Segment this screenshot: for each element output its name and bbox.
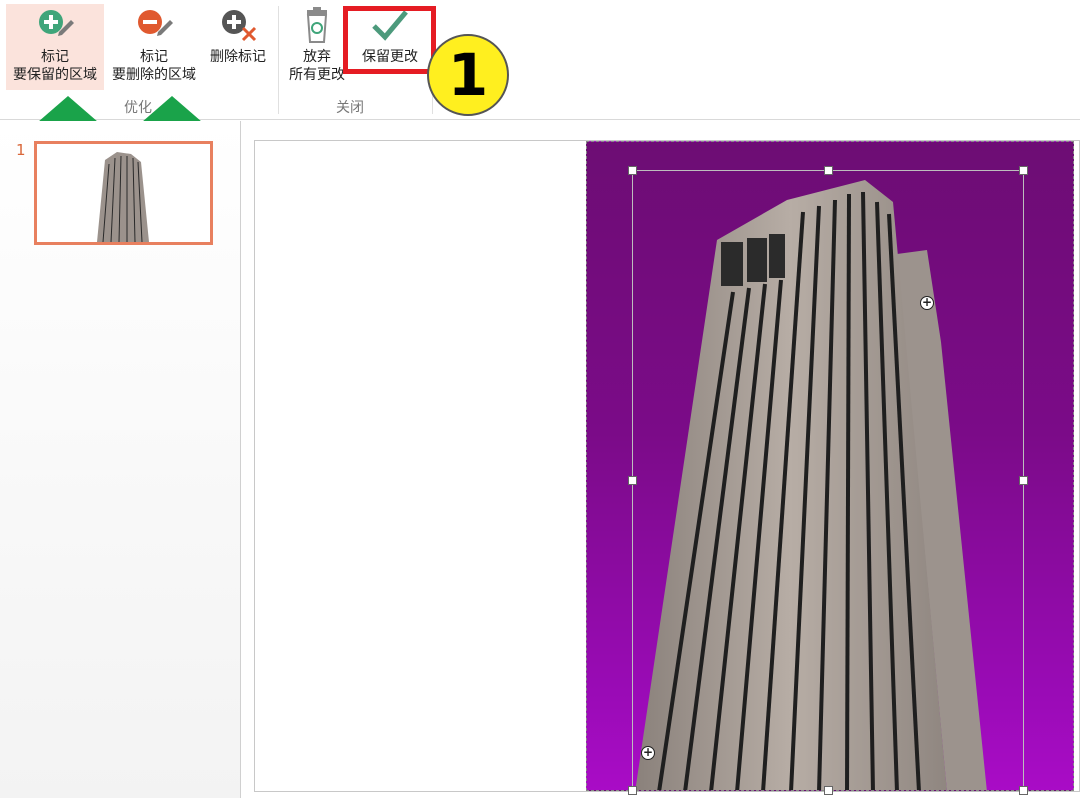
resize-handle[interactable] — [1019, 476, 1028, 485]
plus-pencil-icon — [33, 4, 77, 48]
group-label-close: 关闭 — [336, 100, 364, 116]
highlight-box — [343, 6, 436, 74]
slide-thumbnail[interactable] — [34, 141, 213, 245]
keep-marker-icon[interactable]: + — [641, 746, 655, 760]
mark-remove-button[interactable]: 标记 要删除的区域 — [106, 4, 202, 90]
keep-marker-icon[interactable]: + — [920, 296, 934, 310]
resize-handle[interactable] — [628, 786, 637, 795]
mark-keep-button[interactable]: 标记 要保留的区域 — [6, 4, 104, 90]
mark-keep-line1: 标记 — [41, 49, 69, 65]
mark-remove-line1: 标记 — [140, 49, 168, 65]
minus-pencil-icon — [132, 4, 176, 48]
discard-line1: 放弃 — [303, 49, 331, 65]
mark-remove-line2: 要删除的区域 — [112, 67, 196, 83]
selection-box[interactable] — [632, 170, 1024, 792]
resize-handle[interactable] — [628, 476, 637, 485]
mark-keep-line2: 要保留的区域 — [13, 67, 97, 83]
resize-handle[interactable] — [628, 166, 637, 175]
resize-handle[interactable] — [1019, 166, 1028, 175]
resize-handle[interactable] — [824, 166, 833, 175]
resize-handle[interactable] — [1019, 786, 1028, 795]
group-separator — [278, 6, 279, 114]
resize-handle[interactable] — [824, 786, 833, 795]
delete-mark-button[interactable]: 删除标记 — [204, 4, 272, 90]
discard-all-button[interactable]: 放弃 所有更改 — [282, 4, 352, 90]
discard-line2: 所有更改 — [289, 67, 345, 83]
building-thumbnail-icon — [97, 152, 149, 242]
recycle-bin-icon — [295, 4, 339, 48]
delete-mark-icon — [216, 4, 260, 48]
step-callout: 1 — [427, 34, 509, 116]
slide-panel: 1 — [0, 121, 241, 798]
delete-mark-label: 删除标记 — [210, 49, 266, 65]
slide-number: 1 — [16, 141, 26, 159]
